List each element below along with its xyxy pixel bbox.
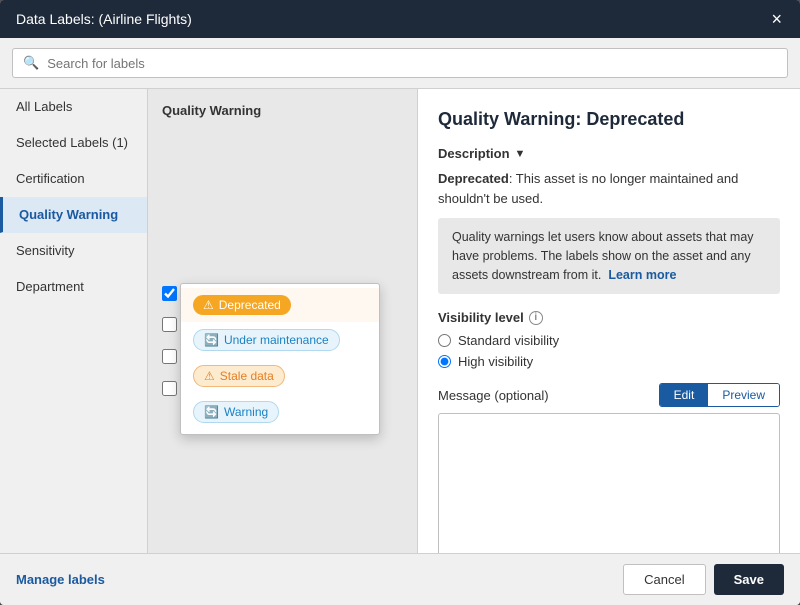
close-button[interactable]: ×	[769, 10, 784, 28]
sidebar-item-certification[interactable]: Certification	[0, 161, 147, 197]
dropdown-item-maintenance[interactable]: 🔄 Under maintenance	[181, 322, 379, 358]
right-panel-title: Quality Warning: Deprecated	[438, 109, 780, 130]
edit-button[interactable]: Edit	[660, 384, 709, 406]
stale-icon: ⚠	[204, 369, 215, 383]
description-bold: Deprecated	[438, 171, 509, 186]
radio-group: Standard visibility High visibility	[438, 333, 780, 369]
titlebar: Data Labels: (Airline Flights) ×	[0, 0, 800, 38]
quality-warning-box: Quality warnings let users know about as…	[438, 218, 780, 294]
sidebar-item-selected-labels[interactable]: Selected Labels (1)	[0, 125, 147, 161]
badge-maintenance: 🔄 Under maintenance	[193, 329, 340, 351]
warning-checkbox[interactable]	[162, 381, 177, 396]
visibility-title: Visibility level i	[438, 310, 780, 325]
maintenance-checkbox[interactable]	[162, 317, 177, 332]
message-textarea[interactable]	[438, 413, 780, 553]
badge-stale: ⚠ Stale data	[193, 365, 285, 387]
stale-checkbox[interactable]	[162, 349, 177, 364]
description-text: Deprecated: This asset is no longer main…	[438, 169, 780, 208]
message-section: Message (optional) Edit Preview	[438, 383, 780, 553]
sidebar-item-all-labels[interactable]: All Labels	[0, 89, 147, 125]
message-label: Message (optional)	[438, 388, 549, 403]
chevron-down-icon: ▼	[515, 148, 526, 160]
sidebar-item-quality-warning[interactable]: Quality Warning	[0, 197, 147, 233]
info-icon[interactable]: i	[529, 311, 543, 325]
search-input[interactable]	[47, 56, 777, 71]
badge-deprecated: ⚠ Deprecated	[193, 295, 291, 315]
sidebar-item-department[interactable]: Department	[0, 269, 147, 305]
radio-high[interactable]: High visibility	[438, 354, 780, 369]
edit-preview-btns: Edit Preview	[659, 383, 780, 407]
preview-button[interactable]: Preview	[708, 384, 779, 406]
badge-warning: 🔄 Warning	[193, 401, 279, 423]
dropdown-popup: ⚠ Deprecated 🔄 Under maintenance	[180, 283, 380, 435]
dropdown-item-stale[interactable]: ⚠ Stale data	[181, 358, 379, 394]
footer-buttons: Cancel Save	[623, 564, 784, 595]
dialog-body: All Labels Selected Labels (1) Certifica…	[0, 89, 800, 553]
left-panel: Quality Warning ⚠ Deprecated 🔄	[148, 89, 418, 553]
sidebar: All Labels Selected Labels (1) Certifica…	[0, 89, 148, 553]
visibility-section: Visibility level i Standard visibility H…	[438, 310, 780, 369]
radio-high-input[interactable]	[438, 355, 451, 368]
deprecated-icon: ⚠	[203, 298, 214, 312]
description-section: Description ▼ Deprecated: This asset is …	[438, 146, 780, 294]
message-header: Message (optional) Edit Preview	[438, 383, 780, 407]
maintenance-icon: 🔄	[204, 333, 219, 347]
warning-icon: 🔄	[204, 405, 219, 419]
sidebar-item-sensitivity[interactable]: Sensitivity	[0, 233, 147, 269]
deprecated-checkbox[interactable]	[162, 286, 177, 301]
learn-more-link[interactable]: Learn more	[608, 268, 676, 282]
search-wrapper: 🔍	[12, 48, 788, 78]
radio-standard-input[interactable]	[438, 334, 451, 347]
dropdown-item-warning[interactable]: 🔄 Warning	[181, 394, 379, 430]
label-list: ⚠ Deprecated 🔄 Under maintenance	[162, 283, 403, 399]
radio-standard[interactable]: Standard visibility	[438, 333, 780, 348]
dropdown-item-deprecated[interactable]: ⚠ Deprecated	[181, 288, 379, 322]
manage-labels-link[interactable]: Manage labels	[16, 572, 105, 587]
main-content: Quality Warning ⚠ Deprecated 🔄	[148, 89, 800, 553]
search-icon: 🔍	[23, 55, 39, 71]
right-panel: Quality Warning: Deprecated Description …	[418, 89, 800, 553]
search-bar: 🔍	[0, 38, 800, 89]
dialog-footer: Manage labels Cancel Save	[0, 553, 800, 605]
description-toggle[interactable]: Description ▼	[438, 146, 780, 161]
save-button[interactable]: Save	[714, 564, 784, 595]
cancel-button[interactable]: Cancel	[623, 564, 705, 595]
dialog-title: Data Labels: (Airline Flights)	[16, 11, 192, 27]
dialog: Data Labels: (Airline Flights) × 🔍 All L…	[0, 0, 800, 605]
left-panel-title: Quality Warning	[162, 103, 403, 118]
